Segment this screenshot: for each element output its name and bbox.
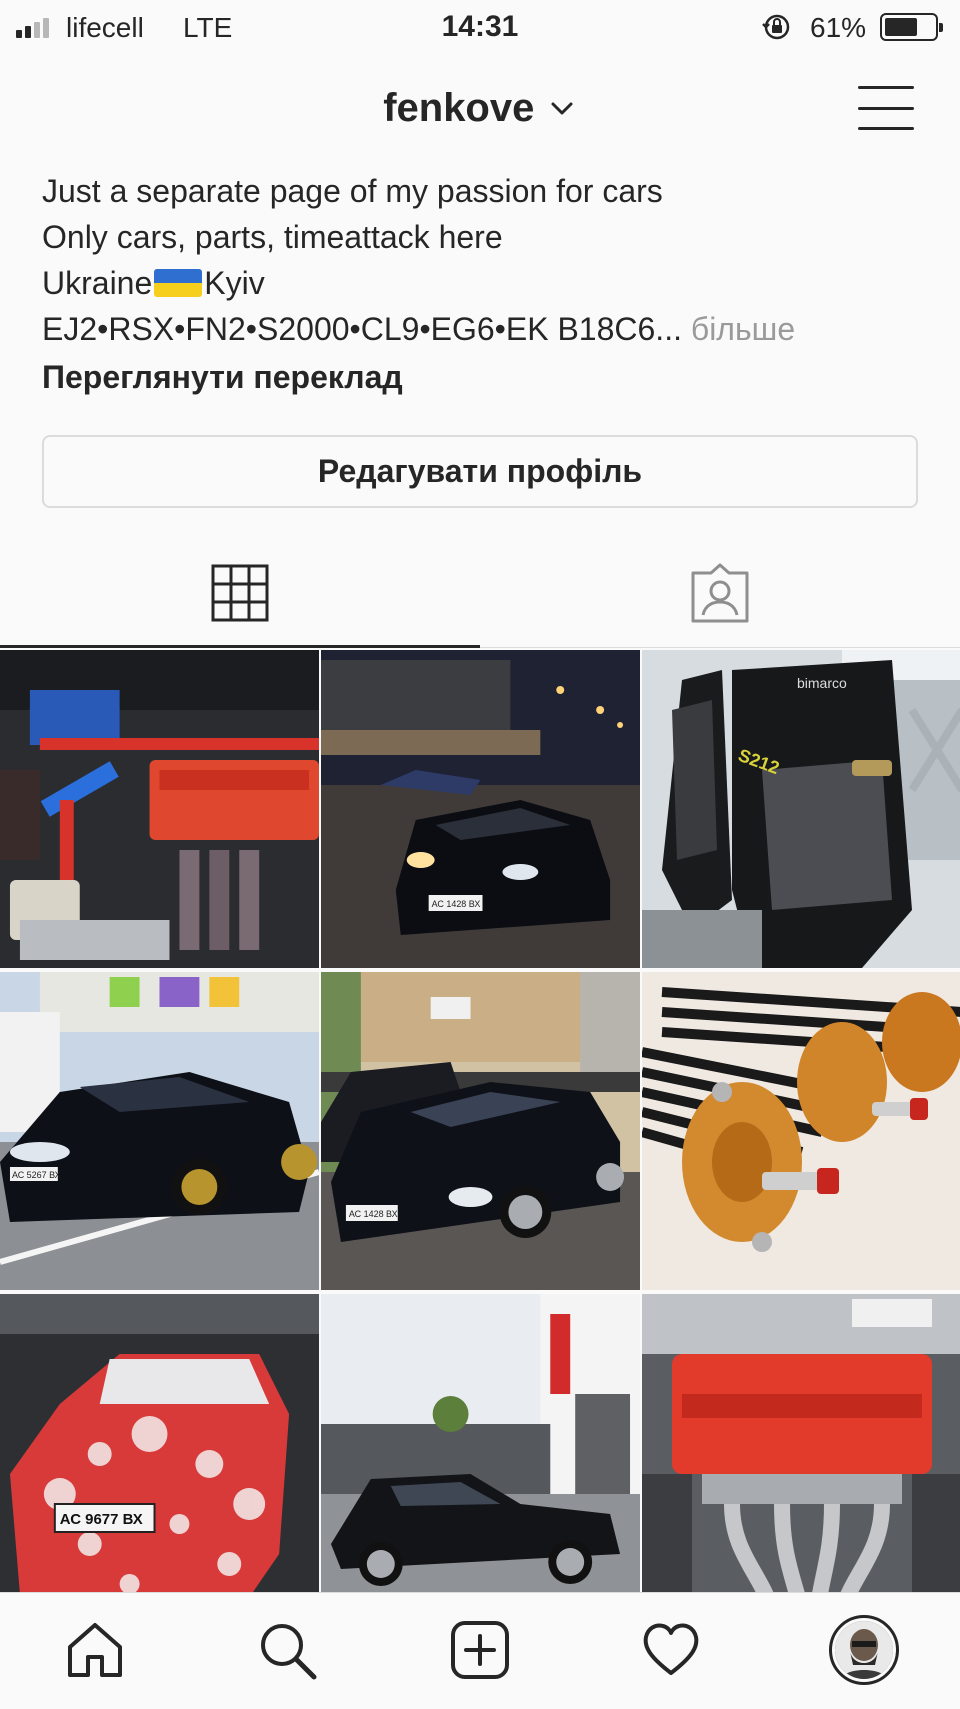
- post-thumbnail-civic-night[interactable]: АС 1428 ВХ: [321, 650, 640, 968]
- post-thumbnail-engine-bay[interactable]: [0, 650, 319, 968]
- plate-text: АС 1428 ВХ: [432, 899, 481, 909]
- search-icon: [261, 1624, 317, 1680]
- plate-text: АС 1428 ВХ: [349, 1209, 398, 1219]
- tab-tagged[interactable]: [480, 540, 960, 648]
- new-post-icon: [451, 1621, 509, 1679]
- civic-type-r-image: АС 5267 ВХ: [0, 972, 319, 1290]
- bio-country: Ukraine: [42, 265, 153, 301]
- seat-brand-text: bimarco: [797, 675, 847, 691]
- edit-profile-button[interactable]: Редагувати профіль: [42, 435, 918, 508]
- post-thumbnail-coilovers[interactable]: [642, 972, 960, 1290]
- account-switcher[interactable]: fenkove: [0, 86, 960, 131]
- battery-icon: [880, 13, 943, 41]
- post-thumbnail-bucket-seats[interactable]: bimarco S212: [642, 650, 960, 968]
- username[interactable]: fenkove: [383, 86, 534, 130]
- post-thumbnail-engine-valve-cover[interactable]: [642, 1294, 960, 1612]
- post-thumbnail-civic-type-r[interactable]: АС 5267 ВХ: [0, 972, 319, 1290]
- civic-street-image: АС 1428 ВХ: [321, 972, 640, 1290]
- post-thumbnail-s2000-foam[interactable]: АС 9677 ВХ: [0, 1294, 319, 1612]
- engine-bay-image: [0, 650, 319, 968]
- bio-line-cars: EJ2•RSX•FN2•S2000•CL9•EG6•EK B18C6... бі…: [42, 306, 922, 352]
- chevron-down-icon[interactable]: [547, 94, 577, 124]
- plate-text: АС 5267 ВХ: [12, 1170, 61, 1180]
- nav-new-post[interactable]: [445, 1615, 515, 1685]
- coilovers-image: [642, 972, 960, 1290]
- menu-icon[interactable]: [858, 80, 914, 136]
- nav-search[interactable]: [252, 1615, 322, 1685]
- civic-night-image: АС 1428 ВХ: [321, 650, 640, 968]
- plate-text: АС 9677 ВХ: [60, 1511, 143, 1528]
- bio-line: Only cars, parts, timeattack here: [42, 219, 503, 255]
- grid-icon: [211, 564, 269, 621]
- profile-bio: Just a separate page of my passion for c…: [42, 168, 922, 400]
- more-link[interactable]: більше: [691, 311, 795, 347]
- post-thumbnail-civic-street[interactable]: АС 1428 ВХ: [321, 972, 640, 1290]
- tab-grid[interactable]: [0, 540, 480, 648]
- profile-avatar: [829, 1615, 899, 1685]
- s2000-foam-image: АС 9677 ВХ: [0, 1294, 319, 1612]
- avatar-photo: [835, 1621, 893, 1679]
- engine-valve-cover-image: [642, 1294, 960, 1612]
- bio-city: Kyiv: [204, 265, 265, 301]
- heart-icon: [643, 1623, 699, 1675]
- civic-hatch-image: [321, 1294, 640, 1612]
- bio-cars: EJ2•RSX•FN2•S2000•CL9•EG6•EK B18C6...: [42, 311, 682, 347]
- posts-grid: АС 1428 ВХ bimarco S212 АС 5267 ВХ АС 14…: [0, 650, 960, 1612]
- bottom-navigation: [0, 1592, 960, 1709]
- nav-profile[interactable]: [829, 1615, 899, 1685]
- bio-line: Just a separate page of my passion for c…: [42, 173, 663, 209]
- nav-home[interactable]: [60, 1615, 130, 1685]
- profile-header: fenkove: [0, 70, 960, 146]
- ukraine-flag-icon: [154, 269, 203, 297]
- tagged-icon: [691, 563, 749, 622]
- bio-line-location: Ukraine Kyiv: [42, 260, 922, 306]
- rotation-lock-icon: [762, 14, 790, 40]
- bucket-seats-image: bimarco S212: [642, 650, 960, 968]
- profile-tabs: [0, 540, 960, 648]
- status-bar: lifecell LTE 14:31 61%: [0, 0, 960, 54]
- nav-activity[interactable]: [636, 1615, 706, 1685]
- post-thumbnail-civic-hatch[interactable]: [321, 1294, 640, 1612]
- see-translation-link[interactable]: Переглянути переклад: [42, 354, 922, 400]
- battery-percent: 61%: [810, 12, 867, 43]
- home-icon: [68, 1623, 122, 1677]
